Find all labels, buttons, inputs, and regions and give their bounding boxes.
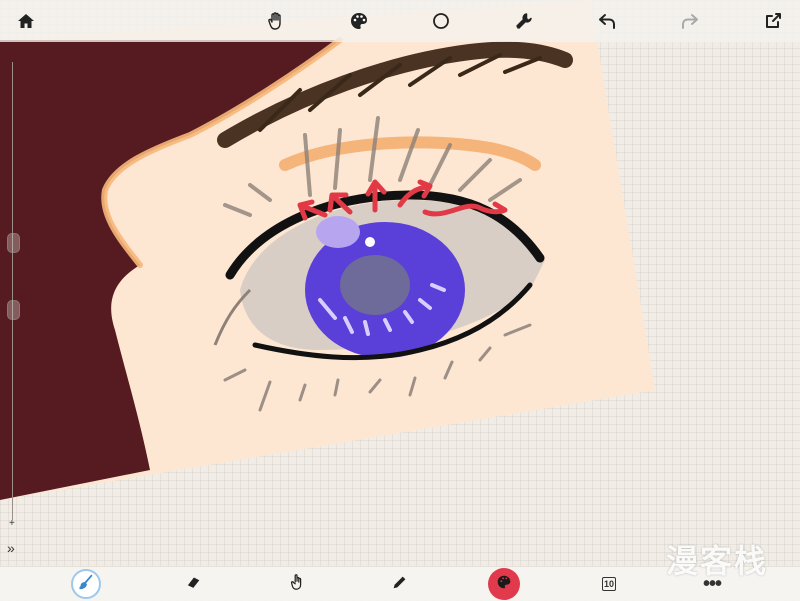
undo-button[interactable] [593, 9, 621, 37]
top-toolbar [0, 0, 800, 42]
share-button[interactable] [759, 9, 787, 37]
pupil [340, 255, 410, 315]
hand-icon [266, 11, 286, 36]
color-icon [495, 573, 513, 596]
color-picker-button[interactable] [488, 568, 520, 600]
palette-icon [349, 11, 369, 36]
brush-size-slider[interactable] [12, 62, 13, 520]
home-button[interactable] [12, 9, 40, 37]
redo-icon [680, 11, 700, 36]
layers-button[interactable]: 10 [594, 569, 624, 599]
eraser-icon [184, 573, 202, 596]
home-icon [16, 11, 36, 36]
redo-button[interactable] [676, 9, 704, 37]
share-icon [763, 11, 783, 36]
wrench-icon [514, 11, 534, 36]
tools-button[interactable] [510, 9, 538, 37]
smudge-icon [288, 573, 306, 596]
pencil-icon [391, 573, 409, 596]
iris-highlight-small [365, 237, 375, 247]
smudge-tool-button[interactable] [282, 569, 312, 599]
hand-button[interactable] [262, 9, 290, 37]
collapse-sidebar-button[interactable]: » [7, 540, 15, 556]
slider-plus-label: + [9, 518, 15, 529]
watermark-text: 漫客栈 [666, 543, 769, 579]
iris-highlight-large [316, 216, 360, 248]
circle-icon [431, 11, 451, 36]
brush-tool-button[interactable] [71, 569, 101, 599]
pencil-tool-button[interactable] [385, 569, 415, 599]
palette-button[interactable] [345, 9, 373, 37]
eraser-tool-button[interactable] [178, 569, 208, 599]
drawing-canvas[interactable] [0, 0, 800, 600]
slider-knob-size[interactable] [7, 233, 20, 253]
slider-knob-opacity[interactable] [7, 300, 20, 320]
layers-icon: 10 [602, 577, 616, 591]
undo-icon [597, 11, 617, 36]
brush-icon [77, 573, 95, 596]
shape-button[interactable] [427, 9, 455, 37]
active-tool-indicator [71, 569, 101, 599]
